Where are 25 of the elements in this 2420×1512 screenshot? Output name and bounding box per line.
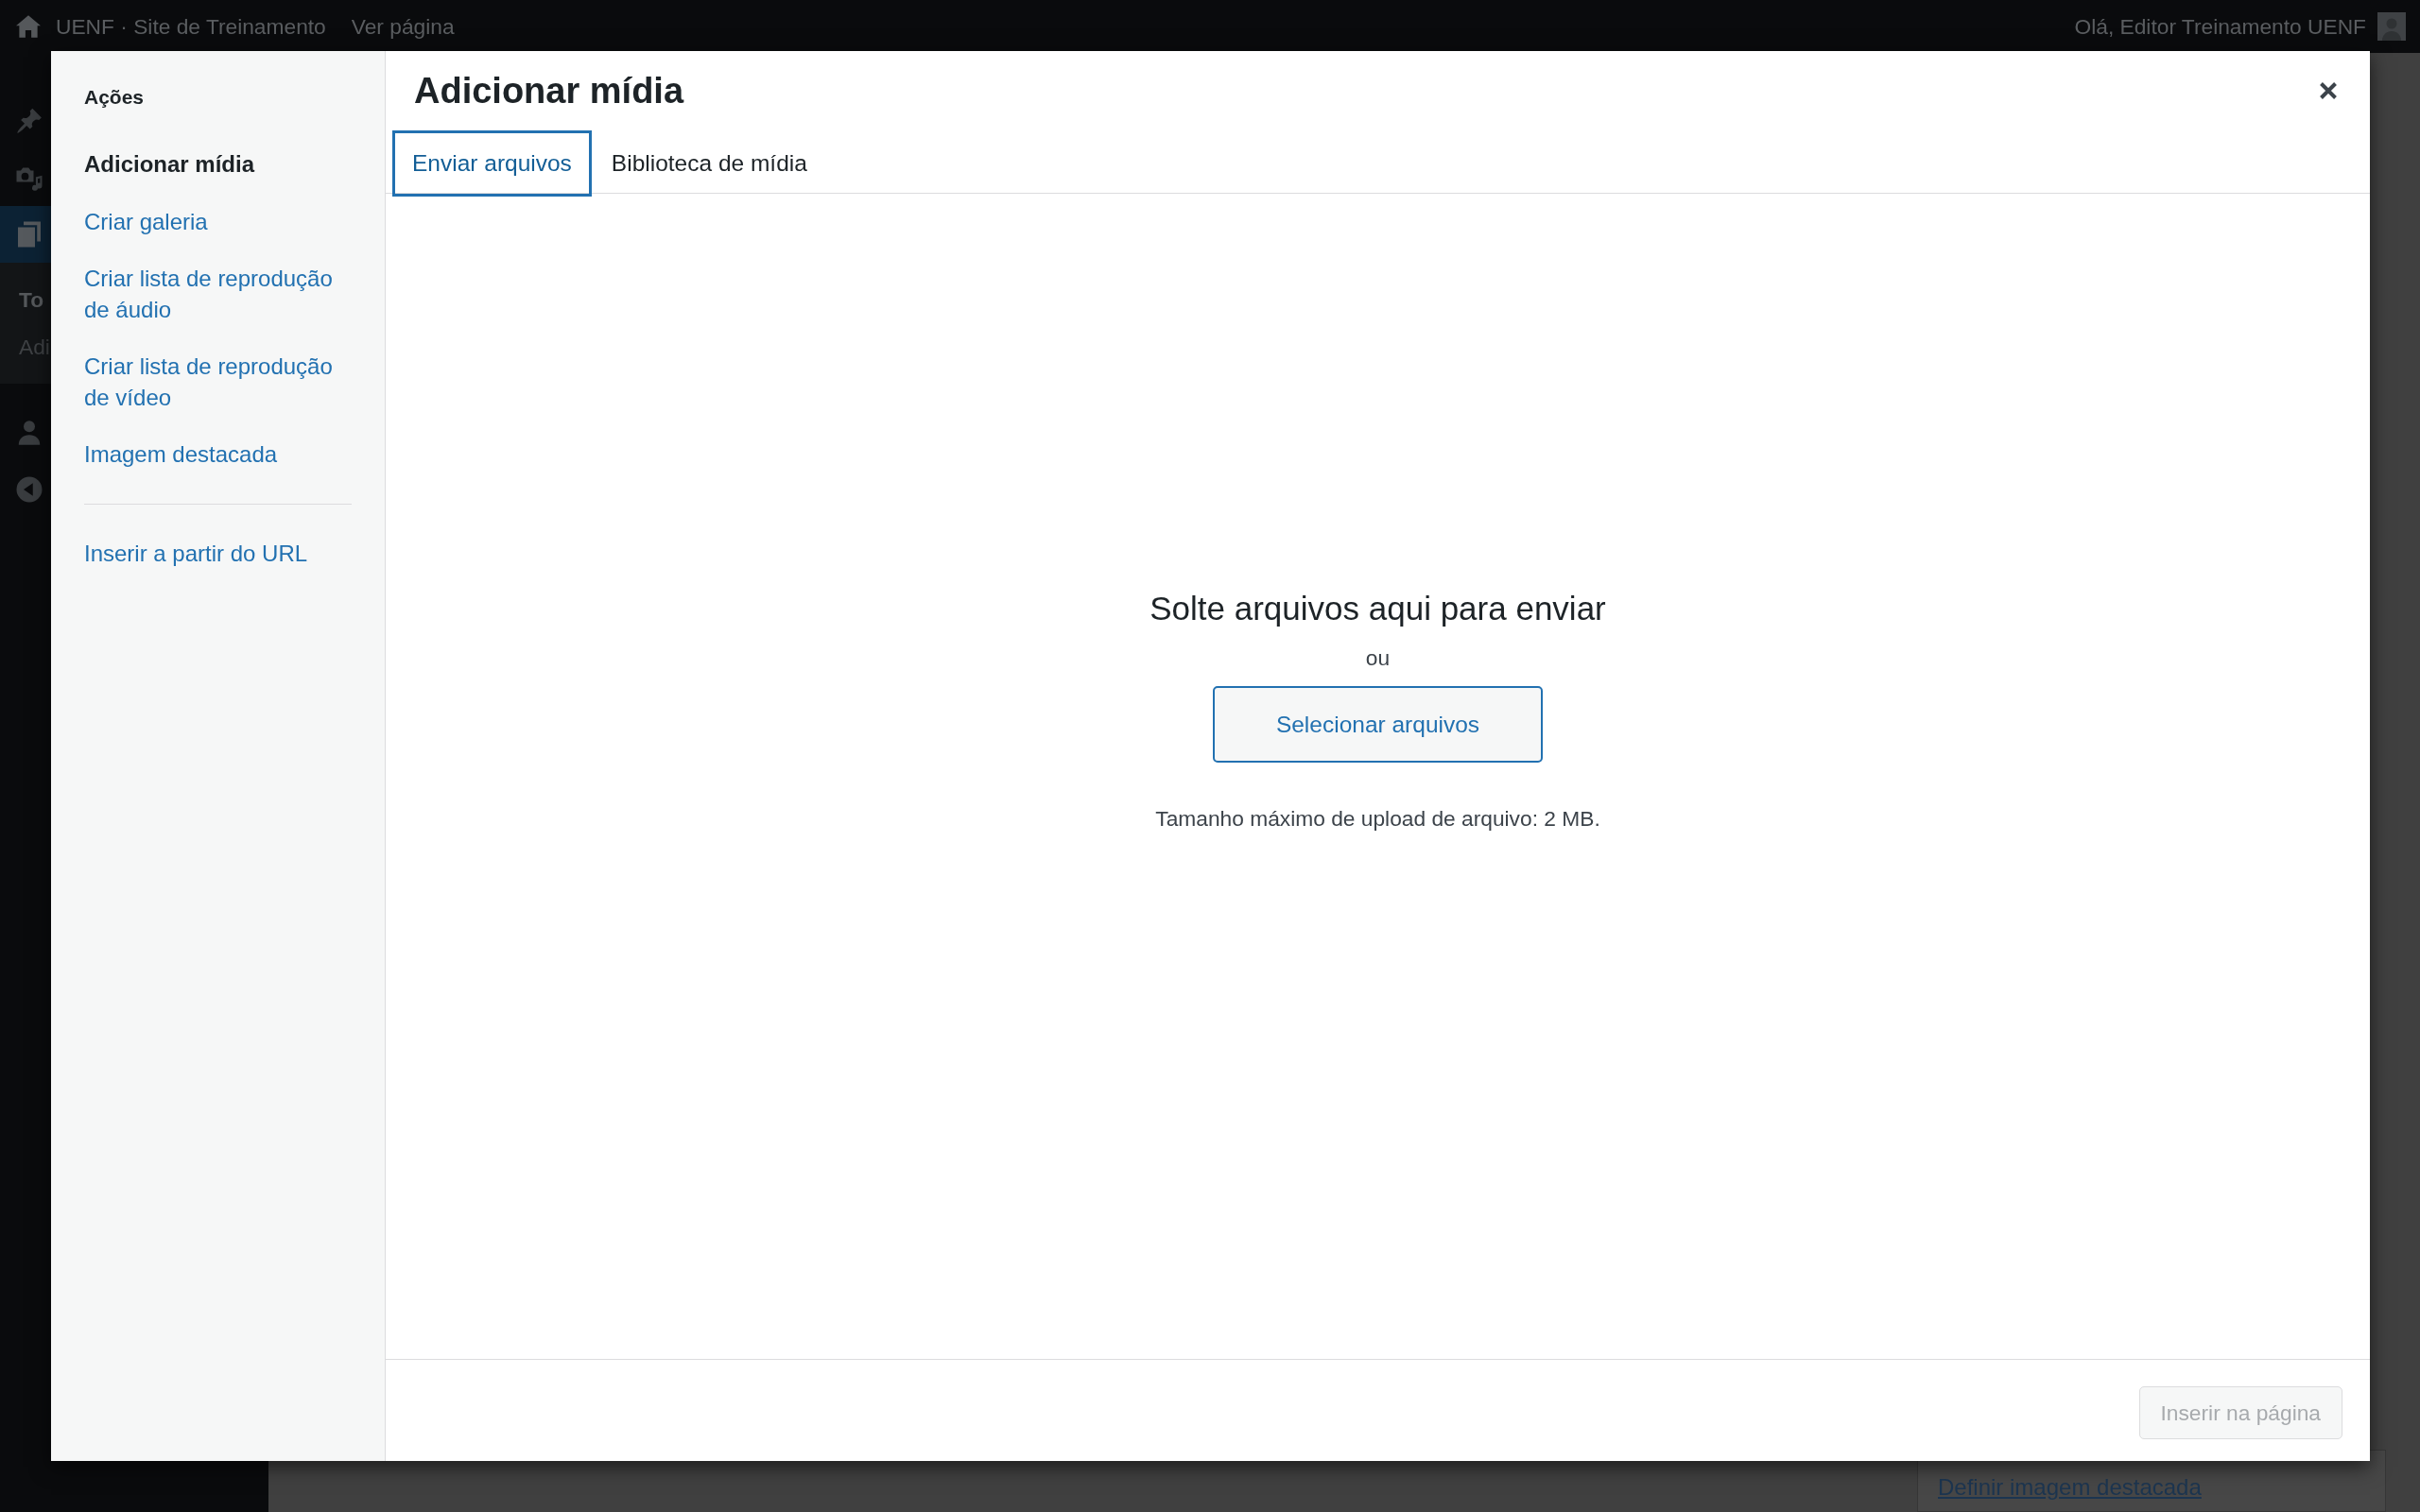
home-icon[interactable]	[16, 15, 41, 38]
sidebar-heading: Ações	[83, 85, 146, 110]
select-files-button[interactable]: Selecionar arquivos	[1213, 686, 1543, 763]
submenu-link[interactable]: To	[19, 285, 44, 314]
sidebar-menu-item[interactable]: Criar lista de reprodução de áudio	[51, 250, 385, 338]
or-text: ou	[1365, 644, 1391, 672]
sidebar-menu-item[interactable]: Inserir a partir do URL	[51, 524, 385, 582]
modal-title: Adicionar mídia	[413, 70, 684, 112]
admin-menu-item[interactable]	[0, 206, 51, 263]
sidebar-menu-item[interactable]: Imagem destacada	[51, 426, 385, 484]
pages-icon	[15, 220, 43, 249]
sidebar-menu-item[interactable]: Adicionar mídia	[51, 136, 385, 194]
view-page-link[interactable]: Ver página	[351, 12, 455, 41]
drop-zone-heading: Solte arquivos aqui para enviar	[1150, 589, 1606, 628]
site-name-link[interactable]: UENF · Site de Treinamento	[56, 12, 326, 41]
tab[interactable]: Biblioteca de mídia	[591, 130, 827, 197]
sidebar-menu-item[interactable]: Criar galeria	[51, 193, 385, 250]
collapse-icon	[15, 475, 43, 504]
tab[interactable]: Enviar arquivos	[392, 130, 592, 197]
pin-icon	[15, 107, 43, 135]
avatar-icon[interactable]	[2377, 12, 2406, 41]
greeting-link[interactable]: Olá, Editor Treinamento UENF	[2074, 12, 2366, 41]
max-upload-size-text: Tamanho máximo de upload de arquivo: 2 MB.	[1155, 805, 1600, 833]
close-icon	[2319, 81, 2338, 100]
sidebar-menu-item[interactable]: Criar lista de reprodução de vídeo	[51, 338, 385, 426]
